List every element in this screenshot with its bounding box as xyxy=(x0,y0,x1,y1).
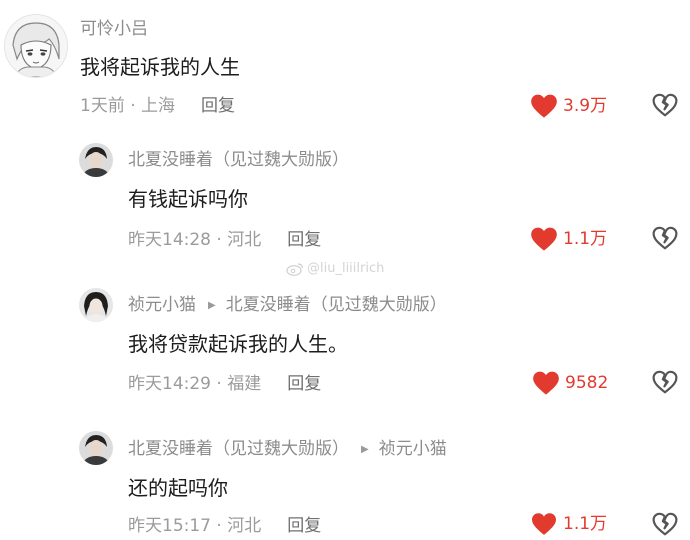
comment-meta: 昨天14:28 · 河北 回复 xyxy=(128,229,321,251)
reply-to-author[interactable]: 祯元小猫 xyxy=(379,439,447,459)
like-button[interactable]: 3.9万 xyxy=(530,93,607,119)
like-button[interactable]: 1.1万 xyxy=(530,226,607,252)
heart-icon xyxy=(531,227,557,251)
watermark-text: @liu_liiilrich xyxy=(307,261,385,276)
comment-author-line: 北夏没睡着（见过魏大勋版） ▶ 祯元小猫 xyxy=(128,438,447,461)
reply-to-author[interactable]: 北夏没睡着（见过魏大勋版） xyxy=(226,295,447,315)
like-count: 1.1万 xyxy=(563,229,608,249)
comment-time-location: 1天前 · 上海 xyxy=(80,96,176,116)
comment-time-location: 昨天14:29 · 福建 xyxy=(128,374,262,394)
like-count: 9582 xyxy=(565,373,609,393)
dislike-button[interactable] xyxy=(652,370,678,398)
dislike-button[interactable] xyxy=(652,226,678,254)
heart-icon xyxy=(531,94,557,118)
avatar[interactable] xyxy=(79,143,113,177)
anime-avatar-image xyxy=(5,15,67,77)
comment-meta: 1天前 · 上海 回复 xyxy=(80,95,235,117)
triangle-right-icon: ▶ xyxy=(361,444,369,455)
reply-button[interactable]: 回复 xyxy=(287,515,321,537)
person-avatar-image xyxy=(79,288,113,322)
person-avatar-image xyxy=(79,143,113,177)
comment-author[interactable]: 北夏没睡着（见过魏大勋版） xyxy=(128,439,349,459)
triangle-right-icon: ▶ xyxy=(208,300,216,311)
reply-button[interactable]: 回复 xyxy=(287,373,321,395)
comment-text: 我将贷款起诉我的人生。 xyxy=(128,332,348,356)
broken-heart-icon xyxy=(652,512,678,536)
like-button[interactable]: 1.1万 xyxy=(530,512,607,536)
heart-icon xyxy=(532,513,556,535)
weibo-watermark: @liu_liiilrich xyxy=(286,261,384,276)
comment-text: 有钱起诉吗你 xyxy=(128,187,248,211)
dislike-button[interactable] xyxy=(652,93,678,121)
avatar[interactable] xyxy=(79,288,113,322)
comment-author[interactable]: 可怜小吕 xyxy=(80,18,148,40)
like-count: 1.1万 xyxy=(563,514,608,534)
person-avatar-image xyxy=(79,431,113,465)
comment-author-line: 祯元小猫 ▶ 北夏没睡着（见过魏大勋版） xyxy=(128,294,447,317)
comment-meta: 昨天14:29 · 福建 回复 xyxy=(128,373,321,395)
comment-time-location: 昨天15:17 · 河北 xyxy=(128,516,262,536)
like-button[interactable]: 9582 xyxy=(532,370,608,396)
broken-heart-icon xyxy=(652,370,678,394)
avatar[interactable] xyxy=(79,431,113,465)
weibo-icon xyxy=(286,262,304,276)
broken-heart-icon xyxy=(652,226,678,250)
comment-time-location: 昨天14:28 · 河北 xyxy=(128,230,262,250)
avatar[interactable] xyxy=(4,14,68,78)
reply-button[interactable]: 回复 xyxy=(201,95,235,117)
heart-icon xyxy=(533,371,559,395)
comment-text: 我将起诉我的人生 xyxy=(80,55,240,79)
like-count: 3.9万 xyxy=(563,96,608,116)
comment-author[interactable]: 祯元小猫 xyxy=(128,295,196,315)
reply-button[interactable]: 回复 xyxy=(287,229,321,251)
broken-heart-icon xyxy=(652,93,678,117)
comment-text: 还的起吗你 xyxy=(128,476,228,500)
comment-meta: 昨天15:17 · 河北 回复 xyxy=(128,515,321,537)
comment-author[interactable]: 北夏没睡着（见过魏大勋版） xyxy=(128,149,349,171)
